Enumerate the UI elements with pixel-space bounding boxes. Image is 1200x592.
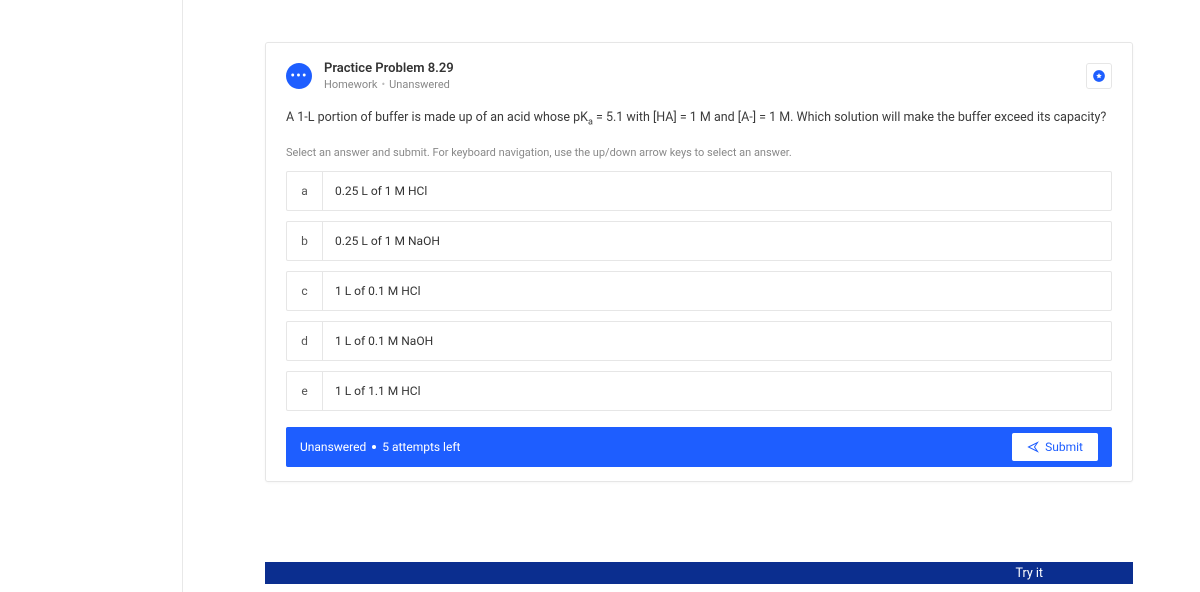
- submit-label: Submit: [1045, 440, 1083, 454]
- option-key: e: [287, 372, 323, 410]
- left-gutter-divider: [182, 0, 183, 592]
- answer-options: a 0.25 L of 1 M HCl b 0.25 L of 1 M NaOH…: [286, 171, 1112, 411]
- try-it-label: Try it: [1016, 566, 1044, 581]
- option-text: 0.25 L of 1 M NaOH: [323, 222, 1111, 260]
- star-icon: [1092, 69, 1106, 83]
- viewport: ••• Practice Problem 8.29 Homework•Unans…: [0, 0, 1200, 592]
- option-a[interactable]: a 0.25 L of 1 M HCl: [286, 171, 1112, 211]
- option-key: b: [287, 222, 323, 260]
- option-e[interactable]: e 1 L of 1.1 M HCl: [286, 371, 1112, 411]
- send-icon: [1027, 441, 1039, 453]
- option-key: d: [287, 322, 323, 360]
- category-label: Homework: [324, 78, 377, 91]
- try-it-bar[interactable]: Try it: [265, 562, 1133, 584]
- problem-subtitle: Homework•Unanswered: [324, 78, 1074, 91]
- answer-status: Unanswered 5 attempts left: [300, 440, 460, 454]
- option-text: 0.25 L of 1 M HCl: [323, 172, 1111, 210]
- option-text: 1 L of 0.1 M NaOH: [323, 322, 1111, 360]
- chat-icon: •••: [286, 63, 312, 89]
- card-header: ••• Practice Problem 8.29 Homework•Unans…: [286, 61, 1112, 91]
- option-b[interactable]: b 0.25 L of 1 M NaOH: [286, 221, 1112, 261]
- problem-title: Practice Problem 8.29: [324, 61, 1074, 76]
- status-label: Unanswered: [389, 78, 450, 91]
- bookmark-button[interactable]: [1086, 63, 1112, 89]
- question-card: ••• Practice Problem 8.29 Homework•Unans…: [265, 42, 1133, 482]
- instruction-text: Select an answer and submit. For keyboar…: [286, 146, 1112, 159]
- option-key: c: [287, 272, 323, 310]
- action-bar: Unanswered 5 attempts left Submit: [286, 427, 1112, 467]
- option-key: a: [287, 172, 323, 210]
- option-text: 1 L of 0.1 M HCl: [323, 272, 1111, 310]
- title-block: Practice Problem 8.29 Homework•Unanswere…: [324, 61, 1074, 91]
- option-c[interactable]: c 1 L of 0.1 M HCl: [286, 271, 1112, 311]
- submit-button[interactable]: Submit: [1012, 433, 1098, 461]
- option-text: 1 L of 1.1 M HCl: [323, 372, 1111, 410]
- question-text: A 1-L portion of buffer is made up of an…: [286, 109, 1112, 130]
- option-d[interactable]: d 1 L of 0.1 M NaOH: [286, 321, 1112, 361]
